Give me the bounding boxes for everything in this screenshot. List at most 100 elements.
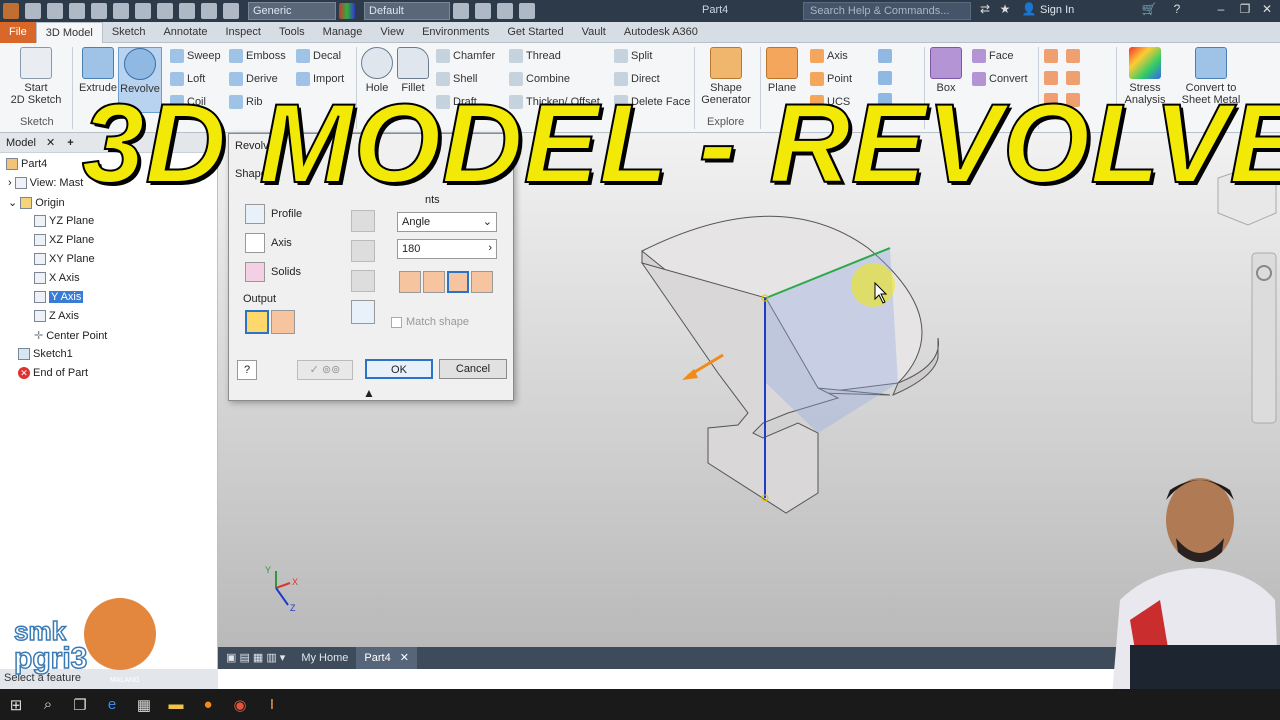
- doc-tab-part4[interactable]: Part4 ✕: [356, 647, 417, 669]
- printer-icon[interactable]: [351, 210, 375, 232]
- tab-annotate[interactable]: Annotate: [154, 22, 216, 43]
- printer-icon[interactable]: [351, 270, 375, 292]
- surface-icon[interactable]: [1066, 49, 1080, 63]
- help-icon[interactable]: ?: [237, 360, 257, 380]
- tree-item-x-axis[interactable]: X Axis: [34, 272, 80, 284]
- tree-item-xy-plane[interactable]: XY Plane: [34, 253, 95, 265]
- appearance-select[interactable]: Default: [364, 2, 450, 20]
- select-icon[interactable]: [179, 3, 195, 19]
- appearance-icon[interactable]: [339, 3, 355, 19]
- windows-start-icon[interactable]: ⊞: [0, 689, 32, 720]
- tree-item-origin[interactable]: ⌄ Origin: [8, 196, 65, 209]
- store-icon[interactable]: ▦: [128, 689, 160, 720]
- tree-item-view[interactable]: › View: Mast: [8, 177, 83, 189]
- fx-icon[interactable]: [497, 3, 513, 19]
- user-icon[interactable]: 👤: [1020, 2, 1038, 20]
- task-view-icon[interactable]: ❐: [64, 689, 96, 720]
- ok-button[interactable]: OK: [365, 359, 433, 379]
- add-icon[interactable]: [519, 3, 535, 19]
- star-icon[interactable]: ★: [996, 2, 1014, 20]
- add-feature-icon[interactable]: [351, 300, 375, 324]
- clear-icon[interactable]: [453, 3, 469, 19]
- output-solid-button[interactable]: [245, 310, 269, 334]
- printer-icon[interactable]: [351, 240, 375, 262]
- cart-icon[interactable]: 🛒: [1140, 2, 1158, 20]
- close-icon[interactable]: ✕: [42, 136, 59, 149]
- tab-view[interactable]: View: [371, 22, 413, 43]
- ipro-icon[interactable]: [223, 3, 239, 19]
- axis-button[interactable]: Axis: [810, 49, 848, 63]
- chamfer-button[interactable]: Chamfer: [436, 49, 495, 63]
- tab-autodesk-a360[interactable]: Autodesk A360: [615, 22, 707, 43]
- close-icon[interactable]: ✕: [400, 652, 409, 664]
- edge-icon[interactable]: e: [96, 689, 128, 720]
- match-shape-checkbox[interactable]: Match shape: [391, 316, 469, 328]
- search-input[interactable]: Search Help & Commands...: [803, 2, 971, 20]
- solids-selector[interactable]: Solids: [245, 262, 301, 282]
- tree-item-end-of-part[interactable]: ✕ End of Part: [18, 367, 88, 379]
- decal-button[interactable]: Decal: [296, 49, 341, 63]
- measure-icon[interactable]: [201, 3, 217, 19]
- split-button[interactable]: Split: [614, 49, 652, 63]
- redo-icon[interactable]: [113, 3, 129, 19]
- inventor-icon[interactable]: I: [256, 689, 288, 720]
- help-icon[interactable]: ?: [1168, 2, 1186, 20]
- adjust-icon[interactable]: [475, 3, 491, 19]
- output-surface-button[interactable]: [271, 310, 295, 334]
- navigation-bar[interactable]: [1251, 252, 1277, 424]
- minimize-button[interactable]: –: [1212, 2, 1230, 20]
- surface-icon[interactable]: [1044, 49, 1058, 63]
- direction-2-button[interactable]: [423, 271, 445, 293]
- tab-3d-model[interactable]: 3D Model: [35, 21, 103, 43]
- symmetric-button[interactable]: [447, 271, 469, 293]
- asymmetric-button[interactable]: [471, 271, 493, 293]
- material-select[interactable]: Generic: [248, 2, 336, 20]
- tab-model[interactable]: Model: [0, 137, 42, 149]
- sign-in-link[interactable]: Sign In: [1040, 4, 1074, 16]
- preview-toggle[interactable]: ✓ ⊚⊚: [297, 360, 353, 380]
- tab-tools[interactable]: Tools: [270, 22, 314, 43]
- expand-icon[interactable]: ›: [8, 177, 12, 189]
- tab-file[interactable]: File: [0, 21, 36, 43]
- tab-manage[interactable]: Manage: [314, 22, 372, 43]
- restore-button[interactable]: ❐: [1236, 2, 1254, 20]
- axis-selector[interactable]: Axis: [245, 233, 292, 253]
- collapse-icon[interactable]: ⌄: [8, 196, 17, 209]
- tree-item-yz-plane[interactable]: YZ Plane: [34, 215, 94, 227]
- sweep-button[interactable]: Sweep: [170, 49, 221, 63]
- home-icon[interactable]: [135, 3, 151, 19]
- emboss-button[interactable]: Emboss: [229, 49, 286, 63]
- tab-inspect[interactable]: Inspect: [217, 22, 270, 43]
- doc-tab-my-home[interactable]: My Home: [293, 647, 356, 669]
- update-icon[interactable]: [157, 3, 173, 19]
- direction-1-button[interactable]: [399, 271, 421, 293]
- tree-item-z-axis[interactable]: Z Axis: [34, 310, 79, 322]
- start-sketch-button[interactable]: Start 2D Sketch: [8, 47, 64, 106]
- file-explorer-icon[interactable]: ▬: [160, 689, 192, 720]
- face-button[interactable]: Face: [972, 49, 1013, 63]
- tree-item-xz-plane[interactable]: XZ Plane: [34, 234, 94, 246]
- rectangular-pattern-icon[interactable]: [878, 49, 892, 63]
- angle-input[interactable]: 180 ›: [397, 239, 497, 259]
- tree-item-center-point[interactable]: ✛ Center Point: [34, 329, 107, 343]
- app-menu-icon[interactable]: [3, 3, 19, 19]
- save-icon[interactable]: [69, 3, 85, 19]
- tab-get-started[interactable]: Get Started: [498, 22, 572, 43]
- cancel-button[interactable]: Cancel: [439, 359, 507, 379]
- tile-icon[interactable]: ▣ ▤ ▦ ▥ ▾: [218, 647, 293, 669]
- tree-item-y-axis[interactable]: Y Axis: [34, 291, 84, 303]
- exchange-icon[interactable]: ⇄: [976, 2, 994, 20]
- camera-app-icon[interactable]: ◉: [224, 689, 256, 720]
- extents-type-select[interactable]: Angle ⌄: [397, 212, 497, 232]
- profile-selector[interactable]: Profile: [245, 204, 302, 224]
- tree-item-part[interactable]: Part4: [6, 158, 47, 170]
- undo-icon[interactable]: [91, 3, 107, 19]
- firefox-icon[interactable]: ●: [192, 689, 224, 720]
- search-icon[interactable]: ⌕: [32, 689, 64, 720]
- tab-vault[interactable]: Vault: [573, 22, 615, 43]
- open-icon[interactable]: [47, 3, 63, 19]
- tree-item-sketch1[interactable]: Sketch1: [18, 348, 73, 360]
- new-icon[interactable]: [25, 3, 41, 19]
- thread-button[interactable]: Thread: [509, 49, 561, 63]
- add-icon[interactable]: +: [59, 137, 81, 149]
